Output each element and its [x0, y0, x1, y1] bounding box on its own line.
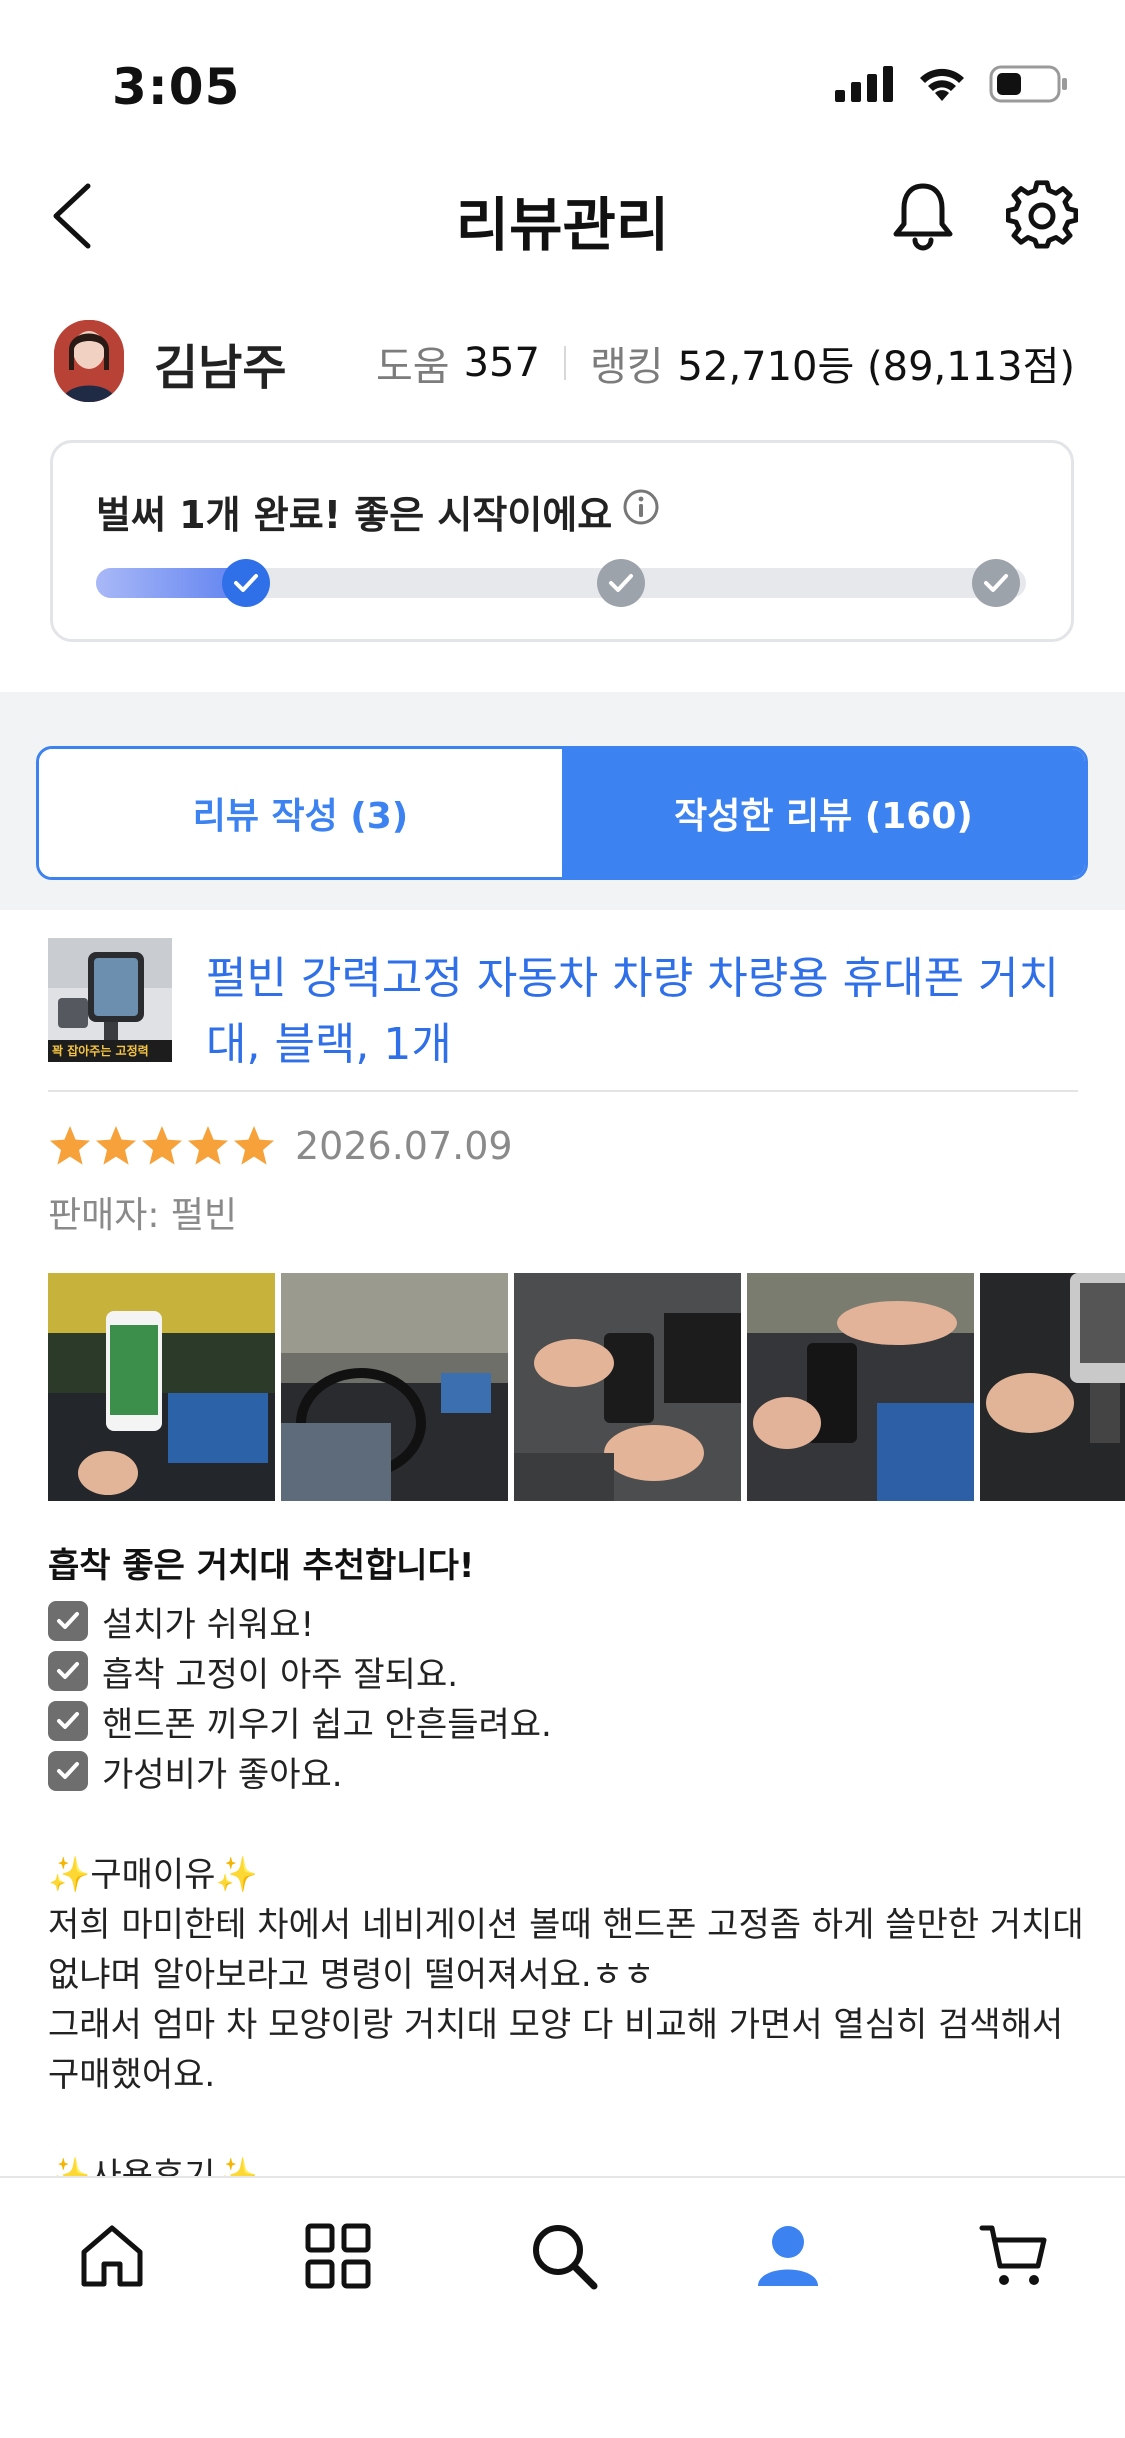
divider	[48, 1090, 1078, 1092]
ranking-label: 랭킹	[589, 344, 664, 390]
review-body: ✨구매이유✨ 저희 마미한테 차에서 네비게이션 볼때 핸드폰 고정좀 하게 쓸…	[48, 1850, 1088, 2100]
categories-icon[interactable]	[302, 2220, 374, 2292]
tab-write-review[interactable]: 리뷰 작성 (3)	[39, 749, 562, 877]
check-item-text: 핸드폰 끼우기 쉽고 안흔들려요.	[102, 1704, 552, 1745]
my-page-icon[interactable]	[752, 2220, 824, 2292]
progress-step-2	[597, 559, 645, 607]
checkbox-checked-icon	[48, 1601, 88, 1641]
user-stats: 도움 357 랭킹 52,710등 (89,113점)	[376, 334, 1075, 392]
user-name: 김남주	[154, 340, 287, 396]
seller-label: 판매자: 펄빈	[48, 1195, 238, 1236]
home-icon[interactable]	[76, 2220, 148, 2292]
sparkles-icon: ✨	[48, 1855, 91, 1895]
review-paragraph: 그래서 엄마 차 모양이랑 거치대 모양 다 비교해 가면서 열심히 검색해서 …	[48, 2005, 1064, 2095]
section-title: 구매이유	[90, 1855, 216, 1895]
avatar	[54, 320, 124, 402]
check-icon	[609, 574, 633, 592]
star-icon	[188, 1126, 228, 1165]
cart-icon[interactable]	[978, 2220, 1050, 2292]
star-icon	[142, 1126, 182, 1165]
review-checklist: 설치가 쉬워요! 흡착 고정이 아주 잘되요. 핸드폰 끼우기 쉽고 안흔들려요…	[48, 1596, 552, 1796]
checkbox-checked-icon	[48, 1751, 88, 1791]
review-photos[interactable]	[48, 1273, 1125, 1501]
ranking-value: 52,710등 (89,113점)	[677, 344, 1075, 390]
progress-message: 벌써 1개 완료! 좋은 시작이에요	[96, 493, 613, 537]
star-icon	[234, 1126, 274, 1165]
check-item-text: 흡착 고정이 아주 잘되요.	[102, 1654, 459, 1695]
info-icon[interactable]	[622, 488, 660, 526]
progress-card	[50, 440, 1074, 642]
status-icons	[835, 64, 1069, 104]
star-rating	[48, 1124, 276, 1168]
star-icon	[96, 1126, 136, 1165]
wifi-icon	[920, 68, 964, 101]
bottom-tab-bar	[0, 2176, 1125, 2438]
progress-step-3	[972, 559, 1020, 607]
review-photo-4[interactable]	[747, 1273, 974, 1501]
check-icon	[234, 574, 258, 592]
help-value: 357	[463, 340, 540, 386]
progress-step-1	[222, 559, 270, 607]
product-thumbnail[interactable]: 꽉 잡아주는 고정력	[48, 938, 172, 1062]
check-item-text: 가성비가 좋아요.	[102, 1754, 343, 1795]
help-label: 도움	[375, 344, 450, 390]
review-photo-1[interactable]	[48, 1273, 275, 1501]
check-item: 가성비가 좋아요.	[48, 1746, 552, 1796]
review-paragraph: 저희 마미한테 차에서 네비게이션 볼때 핸드폰 고정좀 하게 쓸만한 거치대 …	[48, 1905, 1084, 1995]
star-icon	[50, 1126, 90, 1165]
check-item: 핸드폰 끼우기 쉽고 안흔들려요.	[48, 1696, 552, 1746]
search-icon[interactable]	[528, 2220, 600, 2292]
review-tabs: 리뷰 작성 (3) 작성한 리뷰 (160)	[36, 746, 1088, 880]
review-photo-5[interactable]	[980, 1273, 1125, 1501]
thumbnail-caption: 꽉 잡아주는 고정력	[52, 1044, 149, 1058]
bell-icon[interactable]	[888, 180, 958, 254]
review-date: 2026.07.09	[295, 1124, 513, 1168]
stats-divider	[563, 346, 566, 380]
review-photo-2[interactable]	[281, 1273, 508, 1501]
cellular-signal-icon	[835, 66, 893, 102]
section-heading-purchase-reason: ✨구매이유✨	[48, 1850, 1088, 1900]
sparkles-icon: ✨	[215, 1855, 258, 1895]
check-icon	[984, 574, 1008, 592]
tab-written-reviews[interactable]: 작성한 리뷰 (160)	[562, 749, 1085, 877]
check-item-text: 설치가 쉬워요!	[102, 1604, 315, 1645]
check-item: 흡착 고정이 아주 잘되요.	[48, 1646, 552, 1696]
checkbox-checked-icon	[48, 1701, 88, 1741]
status-time: 3:05	[112, 58, 241, 116]
review-photo-3[interactable]	[514, 1273, 741, 1501]
product-title[interactable]: 펄빈 강력고정 자동차 차량 차량용 휴대폰 거치대, 블랙, 1개	[206, 946, 1086, 1078]
gear-icon[interactable]	[1005, 180, 1079, 252]
check-item: 설치가 쉬워요!	[48, 1596, 552, 1646]
checkbox-checked-icon	[48, 1651, 88, 1691]
battery-icon	[989, 65, 1067, 103]
review-headline: 흡착 좋은 거치대 추천합니다!	[48, 1546, 475, 1586]
